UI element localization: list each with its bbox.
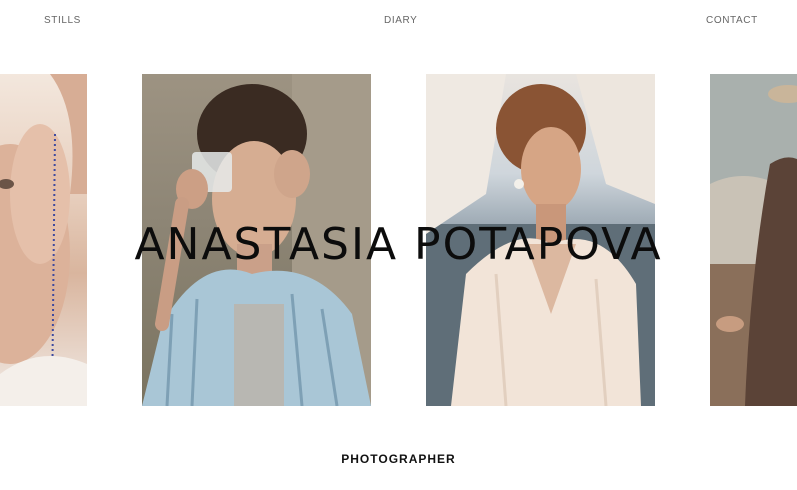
photographer-name: ANASTASIA POTAPOVA <box>134 219 663 271</box>
photographer-role: PHOTOGRAPHER <box>341 452 456 466</box>
nav-link-contact[interactable]: CONTACT <box>706 15 758 26</box>
nav-link-stills[interactable]: STILLS <box>44 15 81 26</box>
nav-link-diary[interactable]: DIARY <box>384 15 417 26</box>
